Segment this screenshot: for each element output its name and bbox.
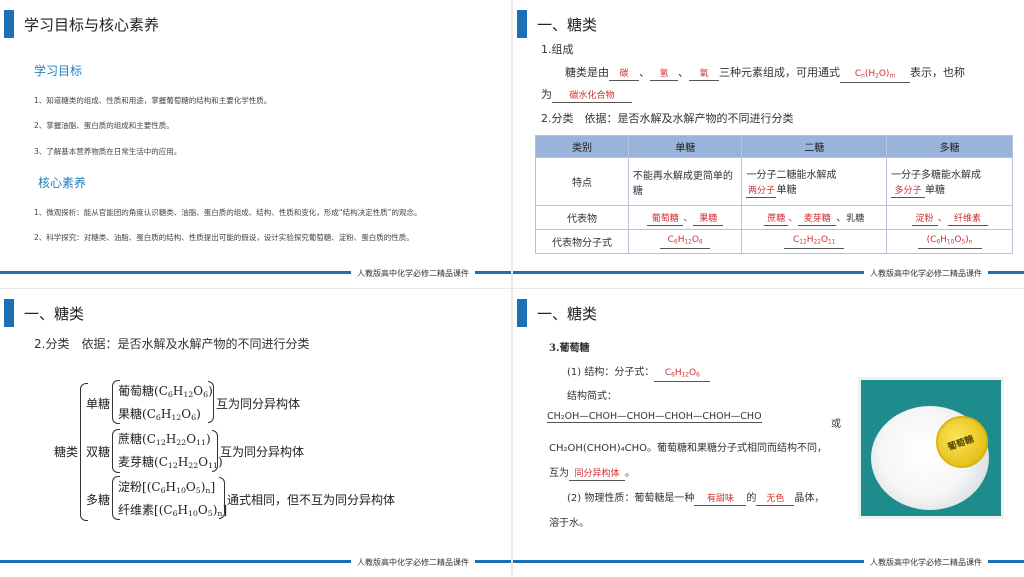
slide-glucose[interactable]: 一、糖类 3.葡萄糖 (1) 结构：分子式： C6H12O6 结构简式： CH₂O… [513, 289, 1024, 577]
header-category: 类别 [535, 135, 629, 158]
di-item: 蔗糖(C12H22O11) [118, 432, 211, 447]
table-row: 代表物 葡萄糖、果糖 蔗糖、麦芽糖 、乳糖 淀粉、纤维素 [535, 205, 1013, 230]
composition-sentence: 糖类是由碳、氢、氧三种元素组成，可用通式 Cn(H2O)m 表示，也称 [565, 64, 965, 84]
slide-composition[interactable]: 一、糖类 1.组成 糖类是由碳、氢、氧三种元素组成，可用通式 Cn(H2O)m 表示… [513, 0, 1024, 288]
tree-root: 糖类 [54, 445, 79, 459]
goal-item: 1、知道糖类的组成、性质和用途，掌握葡萄糖的结构和主要化学性质。 [34, 96, 272, 105]
title-accent-bar [517, 299, 527, 327]
mono-item: 果糖(C6H12O6) [118, 407, 201, 422]
slide-objectives[interactable]: 学习目标与核心素养 学习目标 1、知道糖类的组成、性质和用途，掌握葡萄糖的结构和… [0, 0, 511, 288]
literacy-item: 1、微观探析：能从官能团的角度认识糖类、油脂、蛋白质的组成、结构、性质和变化，形… [34, 208, 422, 217]
footer-text: 人教版高中化学必修二精品课件 [864, 268, 988, 279]
poly-formula: (C6H10O5)n [886, 229, 1013, 254]
slide-title: 一、糖类 [537, 16, 598, 34]
header-poly: 多糖 [886, 135, 1013, 158]
classify-heading: 2.分类 依据：是否水解及水解产物的不同进行分类 [541, 112, 794, 125]
goal-item: 3、了解基本营养物质在日常生活中的应用。 [34, 147, 182, 156]
di-representatives: 蔗糖、麦芽糖 、乳糖 [741, 205, 888, 230]
blank-hydrogen: 氢 [650, 68, 678, 81]
blank-general-formula: Cn(H2O)m [840, 68, 910, 84]
composition-sentence-2: 为碳水化合物 [541, 86, 632, 103]
physical-property-line: (2) 物理性质：葡萄糖是一种 有甜味的无色 晶体， [567, 493, 825, 506]
poly-item: 纤维素[(C6H10O5)n] [118, 503, 228, 518]
condensed-formula-line: CH₂OH(CHOH)₄CHO。葡萄糖和果糖分子式相同而结构不同， [549, 443, 827, 454]
di-right-brace [212, 430, 218, 472]
glucose-subtitle: 3.葡萄糖 [549, 343, 590, 354]
table-header-row: 类别 单糖 二糖 多糖 [535, 135, 1013, 158]
blank-carbon: 碳 [609, 68, 639, 81]
footer-text: 人教版高中化学必修二精品课件 [864, 557, 988, 568]
or-text: 或 [831, 419, 841, 430]
structure-line: (1) 结构：分子式： C6H12O6 [567, 363, 711, 383]
glucose-photo: 葡萄糖 [858, 377, 1004, 519]
di-formula: C12H22O11 [741, 229, 888, 254]
footer-text: 人教版高中化学必修二精品课件 [351, 557, 475, 568]
title-accent-bar [4, 299, 14, 327]
row-label: 特点 [535, 157, 629, 206]
mono-item: 葡萄糖(C6H12O6) [118, 384, 213, 399]
solubility-line: 溶于水。 [549, 518, 589, 529]
table-row: 代表物分子式 C6H12O6 C12H22O11 (C6H10O5)n [535, 229, 1013, 254]
footer-text: 人教版高中化学必修二精品课件 [351, 268, 475, 279]
poly-right-brace [219, 477, 225, 519]
group-di: 双糖 [86, 445, 111, 459]
di-feature: 一分子二糖能水解成 两分子 单糖 [741, 157, 888, 206]
slide-title: 一、糖类 [24, 305, 85, 323]
composition-heading: 1.组成 [541, 43, 574, 56]
row-label: 代表物 [535, 205, 629, 230]
chain-formula: CH₂OH—CHOH—CHOH—CHOH—CHOH—CHO [547, 411, 762, 423]
group-poly: 多糖 [86, 493, 111, 507]
poly-note: 通式相同，但不互为同分异构体 [227, 493, 396, 507]
title-accent-bar [4, 10, 14, 38]
row-label: 代表物分子式 [535, 229, 629, 254]
mono-representatives: 葡萄糖、果糖 [627, 205, 743, 230]
blank-carbohydrate: 碳水化合物 [552, 90, 632, 103]
mono-right-brace [208, 381, 214, 423]
di-item: 麦芽糖(C12H22O11) [118, 455, 223, 470]
classify-heading: 2.分类 依据：是否水解及水解产物的不同进行分类 [34, 337, 310, 351]
slide-title: 学习目标与核心素养 [24, 16, 160, 34]
title-accent-bar [517, 10, 527, 38]
group-mono: 单糖 [86, 397, 111, 411]
slide-classification-tree[interactable]: 一、糖类 2.分类 依据：是否水解及水解产物的不同进行分类 糖类 单糖 葡萄糖(… [0, 289, 511, 577]
structure-simple-label: 结构简式： [567, 391, 617, 402]
header-mono: 单糖 [627, 135, 743, 158]
mono-note: 互为同分异构体 [216, 397, 301, 411]
section-heading-goals: 学习目标 [34, 64, 83, 78]
goal-item: 2、掌握油脂、蛋白质的组成和主要性质。 [34, 121, 174, 130]
mono-formula: C6H12O6 [627, 229, 743, 254]
poly-item: 淀粉[(C6H10O5)n] [118, 480, 216, 495]
mono-feature: 不能再水解成更简单的糖 [627, 157, 743, 206]
section-heading-literacy: 核心素养 [38, 176, 87, 190]
literacy-item: 2、科学探究：对糖类、油脂、蛋白质的结构、性质提出可能的假设，设计实验探究葡萄糖… [34, 233, 414, 242]
table-row: 特点 不能再水解成更简单的糖 一分子二糖能水解成 两分子 单糖 一分子多糖能水解成多… [535, 157, 1013, 206]
sugar-classification-table: 类别 单糖 二糖 多糖 特点 不能再水解成更简单的糖 一分子二糖能水解成 两分子单… [535, 135, 1013, 254]
di-note: 互为同分异构体 [220, 445, 305, 459]
poly-feature: 一分子多糖能水解成 多分子 单糖 [886, 157, 1013, 206]
isomer-line: 互为 同分异构体。 [549, 468, 635, 481]
header-di: 二糖 [741, 135, 888, 158]
poly-representatives: 淀粉、纤维素 [886, 205, 1013, 230]
blank-oxygen: 氧 [689, 68, 719, 81]
slide-title: 一、糖类 [537, 305, 598, 323]
